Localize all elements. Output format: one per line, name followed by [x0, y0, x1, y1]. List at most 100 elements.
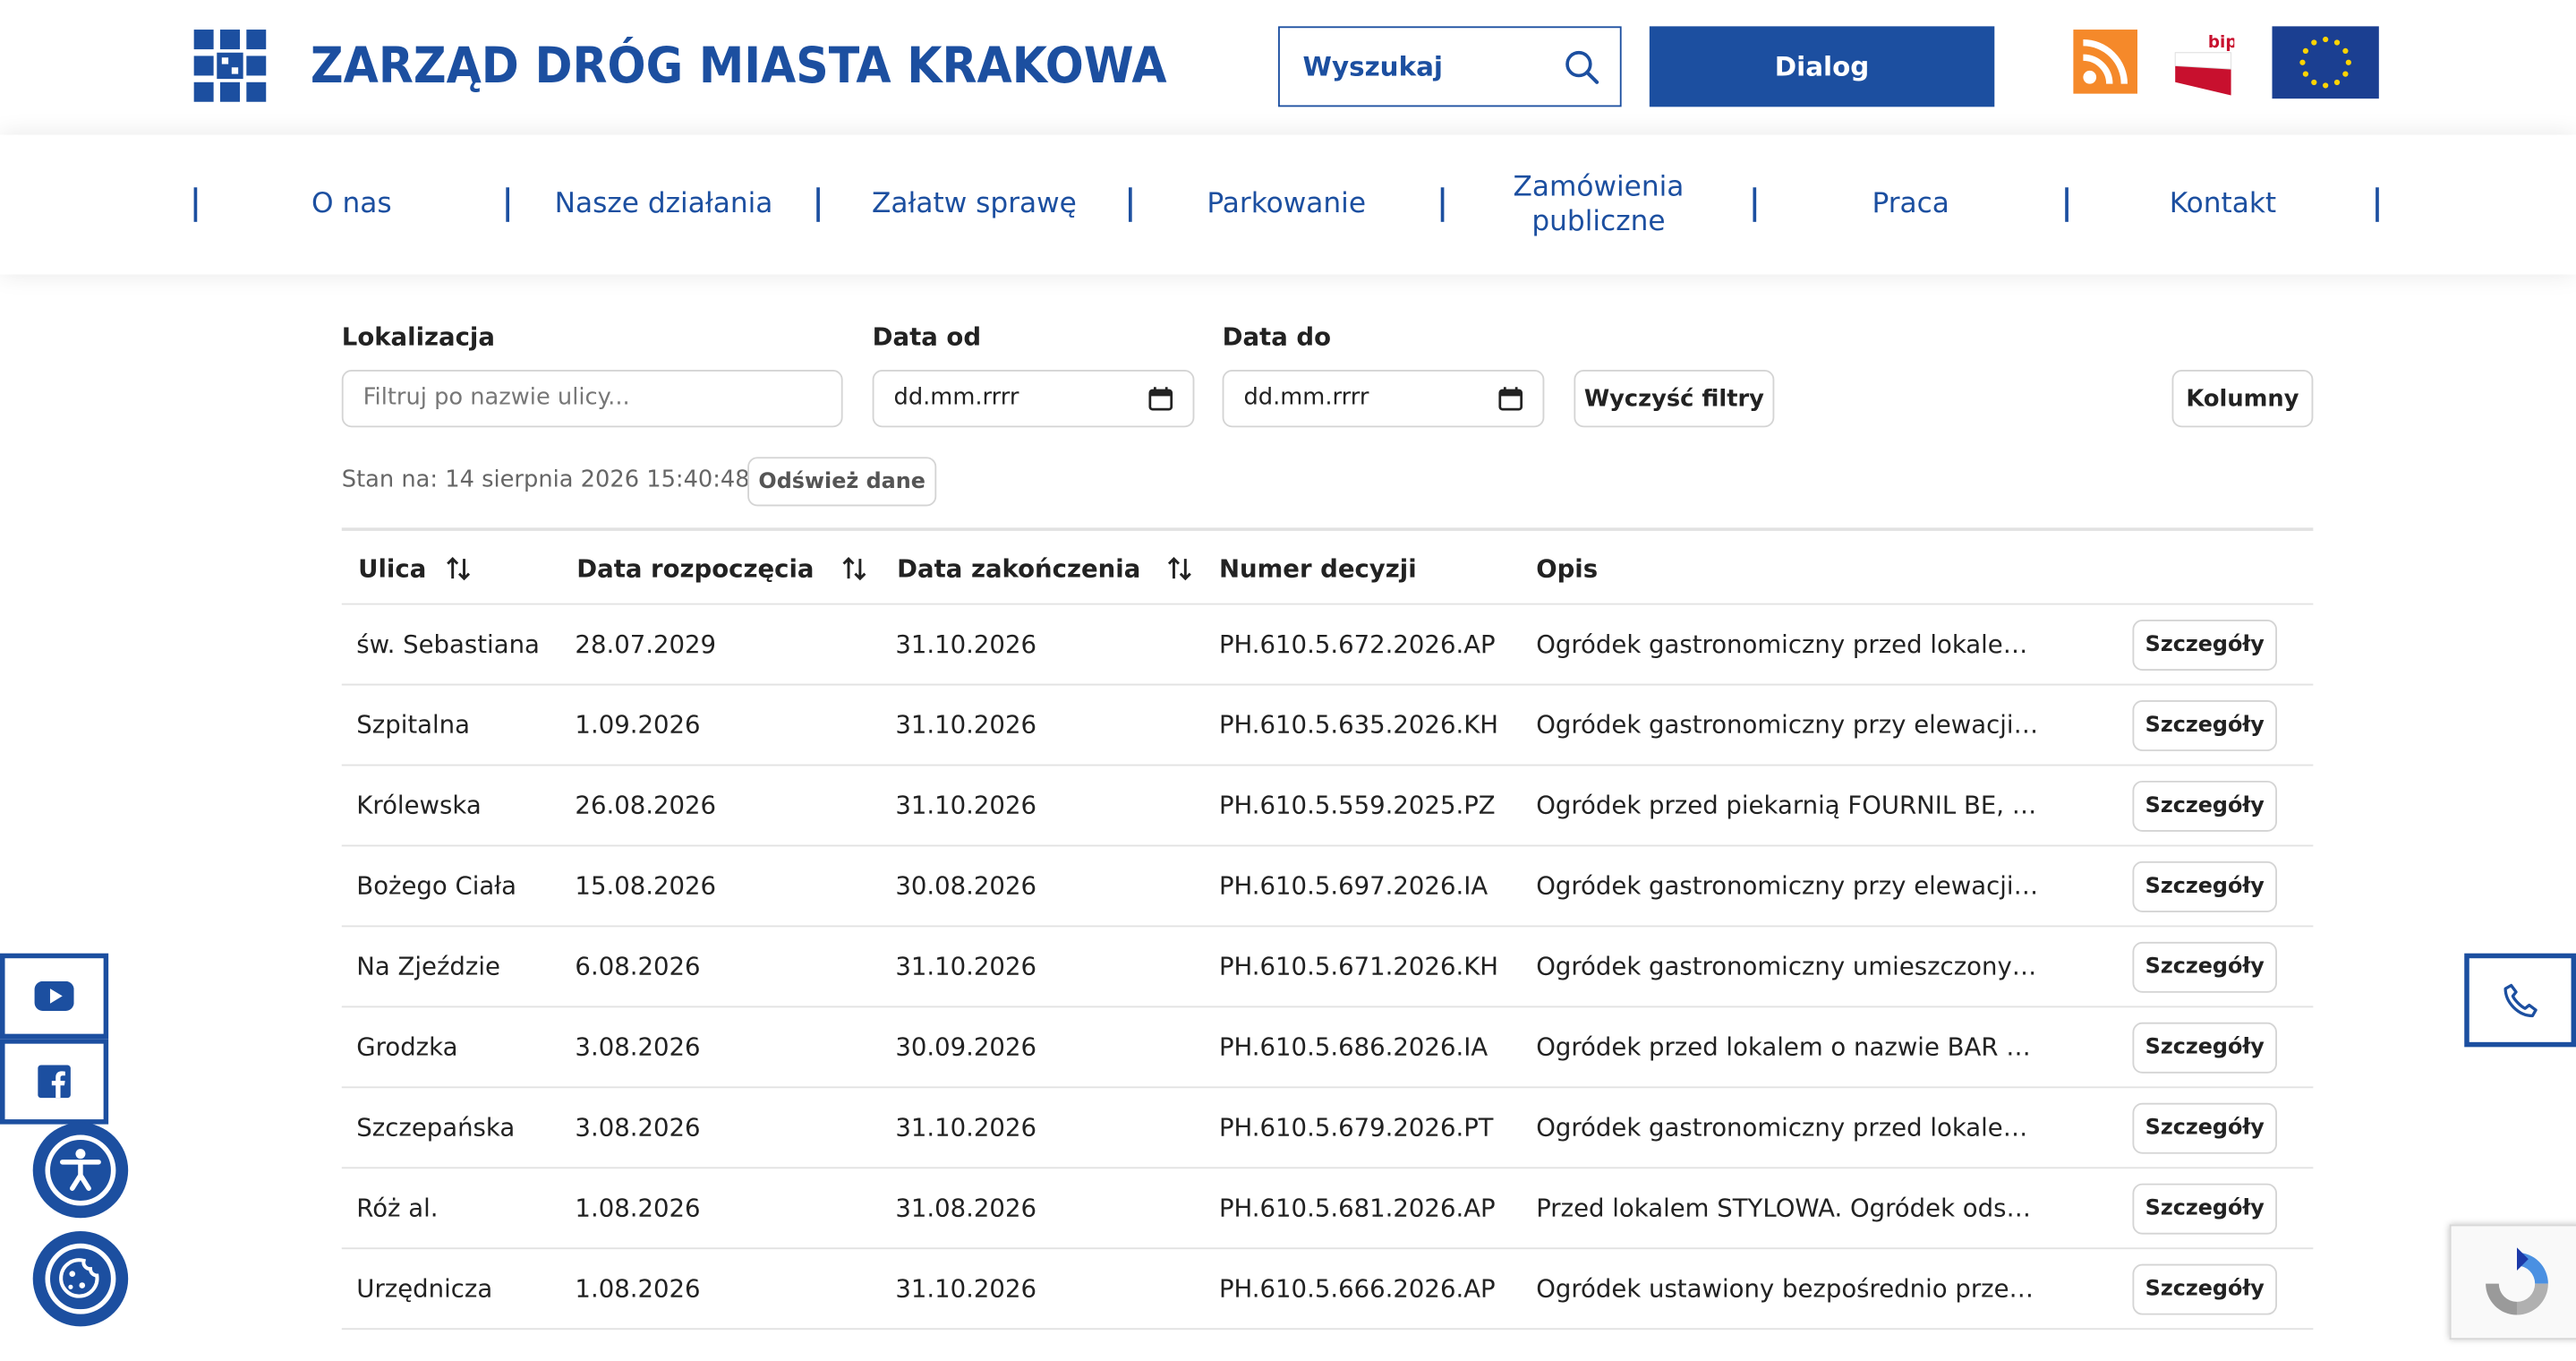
column-header-opis[interactable]: Opis: [1536, 531, 1598, 605]
date-to-input[interactable]: dd.mm.rrrr: [1222, 370, 1545, 428]
eu-star: [2299, 59, 2306, 65]
cell-data-rozpoczecia-text: 3.08.2026: [575, 1112, 701, 1143]
column-header-data-rozpoczecia[interactable]: Data rozpoczęcia: [576, 531, 866, 605]
cell-opis-text: Ogródek gastronomiczny przed lokalem "..…: [1536, 1112, 2039, 1143]
nav-item-kontakt[interactable]: Kontakt: [2067, 135, 2379, 275]
details-button[interactable]: Szczegóły: [2132, 1263, 2278, 1315]
nav-item-o-nas[interactable]: O nas: [195, 135, 508, 275]
details-button[interactable]: Szczegóły: [2132, 941, 2278, 993]
cell-data-rozpoczecia: 6.08.2026: [575, 927, 700, 1006]
cell-ulica: Szczepańska: [356, 1088, 515, 1167]
cell-numer-decyzji-text: PH.610.5.672.2026.AP: [1218, 629, 1496, 660]
main-navigation: O nas Nasze działania Załatw sprawę Park…: [0, 134, 2576, 275]
cookie-settings-button[interactable]: [32, 1230, 129, 1327]
details-button[interactable]: Szczegóły: [2132, 1022, 2278, 1074]
details-button[interactable]: Szczegóły: [2132, 860, 2278, 912]
cell-ulica: św. Sebastiana: [356, 605, 540, 684]
dialog-button[interactable]: Dialog: [1649, 26, 1995, 107]
details-button[interactable]: Szczegóły: [2132, 780, 2278, 832]
search-icon[interactable]: [1564, 49, 1599, 85]
accessibility-icon: [45, 1134, 116, 1206]
phone-contact-button[interactable]: [2464, 953, 2576, 1048]
recaptcha-badge[interactable]: [2449, 1224, 2576, 1340]
nav-item-nasze-dzialania[interactable]: Nasze działania: [508, 135, 820, 275]
date-to-label: Data do: [1222, 321, 1332, 352]
column-header-label: Data zakończenia: [897, 552, 1141, 583]
bip-icon[interactable]: bip: [2172, 30, 2237, 96]
cell-opis-text: Przed lokalem STYLOWA. Ogródek odsuni...: [1536, 1193, 2039, 1223]
data-status-text: Stan na: 14 sierpnia 2026 15:40:48: [341, 467, 750, 493]
cell-numer-decyzji-text: PH.610.5.681.2026.AP: [1218, 1193, 1496, 1223]
bip-label: bip: [2208, 33, 2234, 52]
cell-numer-decyzji: PH.610.5.671.2026.KH: [1219, 927, 1498, 1006]
cell-ulica: Bożego Ciała: [356, 846, 516, 925]
sort-icon[interactable]: [1167, 555, 1193, 581]
nav-item-praca[interactable]: Praca: [1754, 135, 2067, 275]
rss-icon[interactable]: [2073, 30, 2137, 94]
cell-ulica: Urzędnicza: [356, 1249, 492, 1328]
cell-ulica: Szpitalna: [356, 685, 470, 764]
phone-icon: [2503, 982, 2538, 1017]
column-header-data-zakonczenia[interactable]: Data zakończenia: [897, 531, 1193, 605]
accessibility-button[interactable]: [32, 1122, 129, 1219]
cell-ulica: Na Zjeździe: [356, 927, 500, 1006]
eu-star: [2333, 79, 2341, 86]
cell-data-rozpoczecia-text: 15.08.2026: [575, 870, 717, 901]
permits-table: Ulica Data rozpoczęcia Data zakończenia: [341, 527, 2314, 1331]
eu-star: [2311, 79, 2317, 86]
eu-star: [2342, 71, 2349, 77]
sort-icon[interactable]: [446, 555, 472, 581]
nav-item-zalatw-sprawe[interactable]: Załatw sprawę: [818, 135, 1130, 275]
table-row: Na Zjeździe 6.08.2026 31.10.2026 PH.610.5.6…: [341, 927, 2314, 1008]
details-button[interactable]: Szczegóły: [2132, 620, 2278, 671]
nav-item-parkowanie[interactable]: Parkowanie: [1130, 135, 1443, 275]
cell-numer-decyzji-text: PH.610.5.671.2026.KH: [1218, 951, 1498, 981]
details-button[interactable]: Szczegóły: [2132, 1102, 2278, 1154]
cell-data-zakonczenia-text: 31.08.2026: [895, 1193, 1036, 1223]
refresh-data-button[interactable]: Odśwież dane: [747, 457, 937, 507]
facebook-link[interactable]: [0, 1039, 109, 1125]
cell-data-zakonczenia-text: 31.10.2026: [895, 629, 1036, 660]
nav-item-zamowienia-publiczne[interactable]: Zamówienia publiczne: [1443, 135, 1755, 275]
cell-numer-decyzji-text: PH.610.5.679.2026.PT: [1218, 1112, 1494, 1143]
cell-data-rozpoczecia: 26.08.2026: [575, 766, 716, 844]
location-filter-input[interactable]: Filtruj po nazwie ulicy...: [341, 370, 843, 428]
eu-star: [2311, 39, 2317, 46]
cell-ulica-text: Na Zjeździe: [356, 951, 500, 981]
cell-ulica: Królewska: [356, 766, 481, 844]
clear-filters-button[interactable]: Wyczyść filtry: [1574, 370, 1775, 428]
cell-opis: Ogródek gastronomiczny przy elewacji, pr…: [1536, 685, 2039, 764]
nav-separator: [2376, 187, 2379, 222]
date-from-input[interactable]: dd.mm.rrrr: [872, 370, 1195, 428]
eu-star: [2345, 59, 2351, 65]
calendar-icon[interactable]: [1148, 386, 1173, 411]
details-button[interactable]: Szczegóły: [2132, 1183, 2278, 1235]
recaptcha-icon: [2486, 1247, 2548, 1315]
cell-numer-decyzji: PH.610.5.666.2026.AP: [1219, 1249, 1496, 1328]
sort-icon[interactable]: [840, 555, 866, 581]
column-header-numer-decyzji[interactable]: Numer decyzji: [1219, 531, 1417, 605]
cell-data-zakonczenia: 31.08.2026: [895, 1168, 1036, 1247]
zdmk-logo-icon[interactable]: [193, 30, 267, 102]
search-input[interactable]: Wyszukaj: [1278, 26, 1622, 107]
cell-opis-text: Ogródek przed lokalem o nazwie BAR PO...: [1536, 1031, 2039, 1062]
details-button[interactable]: Szczegóły: [2132, 700, 2278, 751]
cell-opis-text: Ogródek gastronomiczny przy elewacji pr.…: [1536, 870, 2039, 901]
cell-data-rozpoczecia: 28.07.2029: [575, 605, 716, 684]
cell-ulica-text: Urzędnicza: [356, 1273, 493, 1304]
youtube-link[interactable]: [0, 953, 109, 1040]
columns-button[interactable]: Kolumny: [2171, 370, 2314, 428]
table-row: Szpitalna 1.09.2026 31.10.2026 PH.610.5.635…: [341, 685, 2314, 766]
cell-opis-text: Ogródek ustawiony bezpośrednio przed e..…: [1536, 1273, 2039, 1304]
eu-star: [2342, 47, 2349, 55]
eu-flag-icon[interactable]: [2272, 26, 2379, 99]
cell-ulica-text: Róż al.: [356, 1193, 439, 1223]
column-header-ulica[interactable]: Ulica: [358, 531, 473, 605]
cell-numer-decyzji-text: PH.610.5.635.2026.KH: [1218, 710, 1498, 740]
cell-data-rozpoczecia-text: 1.09.2026: [575, 710, 701, 740]
calendar-icon[interactable]: [1498, 386, 1523, 411]
cell-ulica-text: Królewska: [356, 790, 482, 821]
site-title[interactable]: ZARZĄD DRÓG MIASTA KRAKOWA: [311, 36, 1167, 98]
table-row: Bożego Ciała 15.08.2026 30.08.2026 PH.610.5…: [341, 846, 2314, 928]
cell-opis: Ogródek gastronomiczny przy elewacji pr.…: [1536, 846, 2039, 925]
